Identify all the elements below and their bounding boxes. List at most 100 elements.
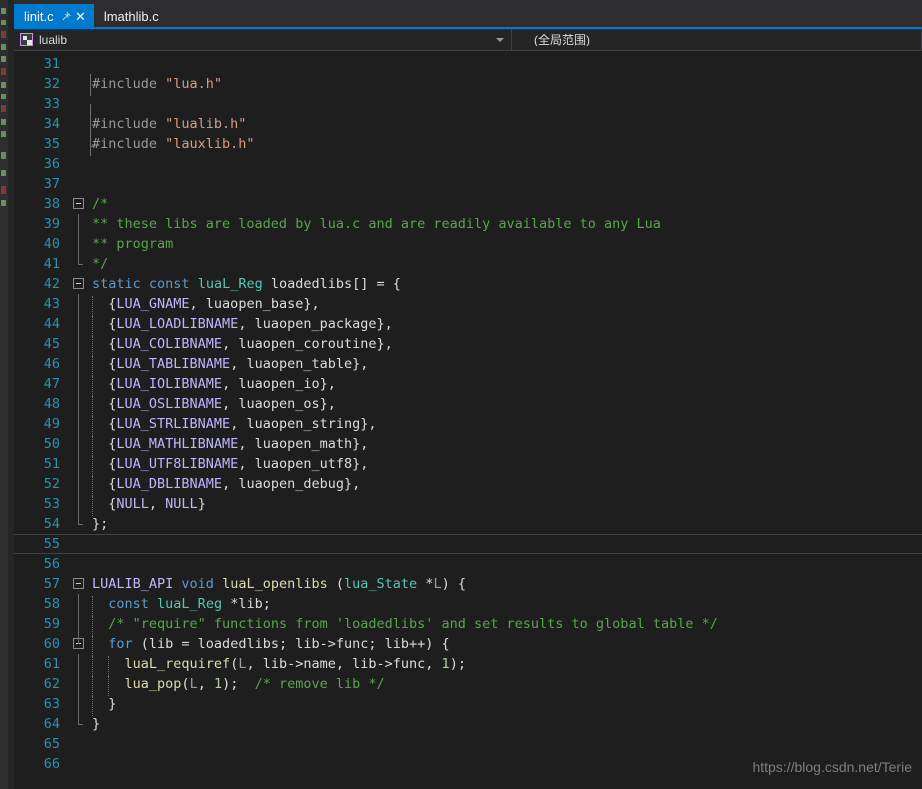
code-line[interactable]: 66: [14, 754, 922, 774]
code-line[interactable]: 41 */: [14, 254, 922, 274]
fold-margin[interactable]: [70, 114, 90, 134]
fold-margin[interactable]: [70, 374, 90, 394]
fold-margin[interactable]: [70, 194, 90, 214]
fold-collapse-icon[interactable]: [73, 198, 84, 209]
code-line[interactable]: 60 for (lib = loadedlibs; lib->func; lib…: [14, 634, 922, 656]
fold-margin[interactable]: [70, 654, 90, 674]
fold-margin[interactable]: [70, 274, 90, 294]
fold-margin[interactable]: [70, 734, 90, 754]
code-line[interactable]: 40 ** program: [14, 234, 922, 254]
fold-margin[interactable]: [70, 434, 90, 454]
code-line[interactable]: 57 LUALIB_API void luaL_openlibs (lua_Sta…: [14, 574, 922, 594]
code-line[interactable]: 51 {LUA_UTF8LIBNAME, luaopen_utf8},: [14, 454, 922, 476]
code-line[interactable]: 47 {LUA_IOLIBNAME, luaopen_io},: [14, 374, 922, 396]
fold-margin[interactable]: [70, 754, 90, 774]
fold-margin[interactable]: [70, 414, 90, 434]
fold-margin[interactable]: [70, 674, 90, 694]
close-icon[interactable]: ✕: [75, 10, 86, 23]
fold-line: [78, 594, 79, 614]
fold-margin[interactable]: [70, 134, 90, 154]
fold-margin[interactable]: [70, 214, 90, 234]
fold-margin[interactable]: [70, 334, 90, 354]
indent-guide: [92, 636, 93, 656]
code-line[interactable]: 65: [14, 734, 922, 754]
fold-margin[interactable]: [70, 314, 90, 334]
fold-margin[interactable]: [70, 474, 90, 494]
line-number: 53: [43, 496, 60, 512]
fold-margin[interactable]: [70, 234, 90, 254]
fold-margin[interactable]: [70, 594, 90, 614]
token-plain: {: [92, 416, 117, 432]
code-line[interactable]: 53 {NULL, NULL}: [14, 494, 922, 516]
change-marker: [1, 131, 6, 137]
scope-dropdown[interactable]: lualib: [14, 29, 512, 50]
code-line[interactable]: 31: [14, 54, 922, 84]
fold-margin[interactable]: [70, 534, 90, 554]
fold-margin[interactable]: [70, 574, 90, 594]
code-line[interactable]: 62 lua_pop(L, 1); /* remove lib */: [14, 674, 922, 696]
fold-margin[interactable]: [70, 394, 90, 414]
code-line[interactable]: 50 {LUA_MATHLIBNAME, luaopen_math},: [14, 434, 922, 456]
fold-margin[interactable]: [70, 294, 90, 314]
fold-margin[interactable]: [70, 514, 90, 534]
member-dropdown[interactable]: (全局范围): [512, 29, 922, 50]
code-editor[interactable]: 31 32 #include "lua.h" 33 34 #include "lualib…: [14, 51, 922, 789]
indent-guide: [92, 316, 93, 336]
code-line[interactable]: 32 #include "lua.h": [14, 74, 922, 96]
fold-line: [78, 674, 79, 694]
change-marker-strip[interactable]: [0, 0, 8, 789]
token-plain: {: [92, 296, 117, 312]
fold-margin[interactable]: [70, 54, 90, 74]
code-line[interactable]: 37: [14, 174, 922, 194]
fold-margin[interactable]: [70, 614, 90, 634]
code-line[interactable]: 58 const luaL_Reg *lib;: [14, 594, 922, 616]
fold-margin[interactable]: [70, 354, 90, 374]
token-plain: *lib;: [222, 596, 271, 612]
code-line[interactable]: 34 #include "lualib.h": [14, 114, 922, 136]
code-line[interactable]: 38 /*: [14, 194, 922, 214]
tab-lmathlib-c[interactable]: lmathlib.c: [93, 4, 167, 29]
code-line[interactable]: 64}: [14, 714, 922, 734]
token-plain: }: [92, 696, 117, 712]
code-line[interactable]: 46 {LUA_TABLIBNAME, luaopen_table},: [14, 354, 922, 376]
code-line[interactable]: 39 ** these libs are loaded by lua.c and …: [14, 214, 922, 234]
fold-margin[interactable]: [70, 494, 90, 514]
pin-icon[interactable]: ⤒: [58, 10, 72, 24]
fold-margin[interactable]: [70, 154, 90, 174]
fold-margin[interactable]: [70, 94, 90, 114]
code-line[interactable]: 33: [14, 94, 922, 124]
fold-collapse-icon[interactable]: [73, 278, 84, 289]
code-line[interactable]: 35 #include "lauxlib.h": [14, 134, 922, 156]
code-line[interactable]: 61 luaL_requiref(L, lib->name, lib->func…: [14, 654, 922, 676]
token-plain: , luaopen_os},: [222, 396, 336, 412]
code-line[interactable]: 56: [14, 554, 922, 574]
fold-margin[interactable]: [70, 174, 90, 194]
code-line[interactable]: 43 {LUA_GNAME, luaopen_base},: [14, 294, 922, 316]
chevron-down-icon[interactable]: [496, 37, 504, 42]
token-param: L: [433, 576, 442, 592]
code-line[interactable]: 36: [14, 154, 922, 174]
code-line[interactable]: 45 {LUA_COLIBNAME, luaopen_coroutine},: [14, 334, 922, 356]
fold-margin[interactable]: [70, 254, 90, 274]
code-line[interactable]: 42 static const luaL_Reg loadedlibs[] = {: [14, 274, 922, 294]
code-line[interactable]: 49 {LUA_STRLIBNAME, luaopen_string},: [14, 414, 922, 436]
code-line[interactable]: 54};: [14, 514, 922, 534]
code-line[interactable]: 52 {LUA_DBLIBNAME, luaopen_debug},: [14, 474, 922, 496]
fold-margin[interactable]: [70, 74, 90, 94]
code-line[interactable]: 55: [14, 534, 922, 554]
fold-margin[interactable]: [70, 714, 90, 734]
tab-linit-c[interactable]: linit.c ⤒ ✕: [14, 4, 94, 29]
code-line[interactable]: 48 {LUA_OSLIBNAME, luaopen_os},: [14, 394, 922, 416]
code-line[interactable]: 59 /* "require" functions from 'loadedli…: [14, 614, 922, 636]
fold-margin[interactable]: [70, 454, 90, 474]
fold-margin[interactable]: [70, 634, 90, 654]
token-func: luaL_openlibs: [222, 576, 328, 592]
fold-margin[interactable]: [70, 554, 90, 574]
fold-margin[interactable]: [70, 694, 90, 714]
code-line[interactable]: 44 {LUA_LOADLIBNAME, luaopen_package},: [14, 314, 922, 336]
code-line[interactable]: 63 }: [14, 694, 922, 716]
change-marker: [1, 56, 6, 62]
fold-collapse-icon[interactable]: [73, 578, 84, 589]
